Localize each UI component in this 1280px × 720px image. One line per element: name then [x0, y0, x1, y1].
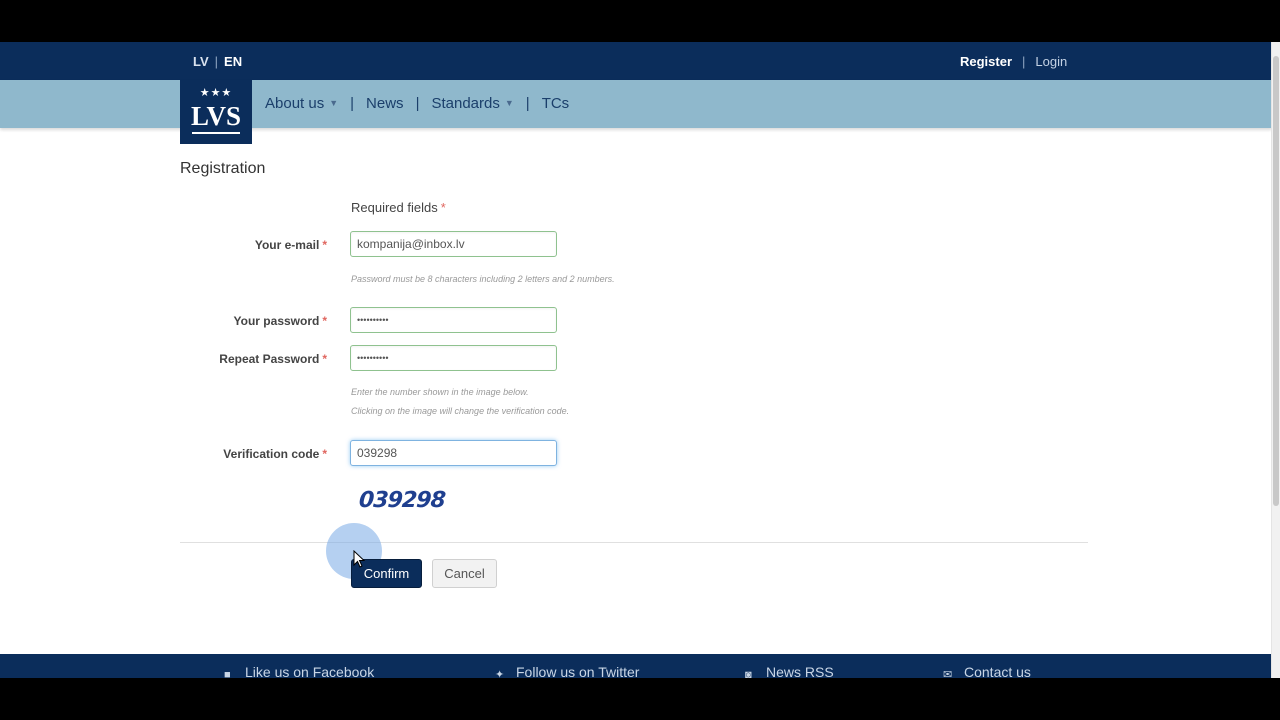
contact-link-label: Contact us — [964, 664, 1031, 678]
contact-link[interactable]: ✉ Contact us — [943, 664, 1031, 678]
password-label-text: Your password — [233, 314, 320, 328]
required-asterisk: * — [322, 352, 327, 366]
facebook-link[interactable]: ■ Like us on Facebook — [224, 664, 374, 678]
mouse-cursor-icon — [353, 550, 365, 568]
twitter-link[interactable]: ✦ Follow us on Twitter — [495, 664, 639, 678]
chevron-down-icon: ▼ — [329, 98, 339, 108]
nav-item-tcs[interactable]: TCs — [542, 95, 570, 112]
browser-viewport: LV | EN Register | Login ★★★ LVS About us ▼ | N… — [0, 42, 1280, 678]
repeat-password-label: Repeat Password * — [127, 352, 327, 366]
required-note-text: Required fields — [351, 200, 438, 215]
password-label: Your password * — [127, 314, 327, 328]
verification-code-label: Verification code * — [127, 447, 327, 461]
footer-bar: ■ Like us on Facebook ✦ Follow us on Twitt… — [0, 654, 1272, 678]
repeat-password-label-text: Repeat Password — [219, 352, 320, 366]
rss-icon: ◙ — [745, 669, 752, 678]
verification-label-text: Verification code — [223, 447, 320, 461]
repeat-password-field[interactable]: •••••••••• — [350, 345, 557, 371]
register-link[interactable]: Register — [960, 54, 1012, 69]
letterbox-bottom — [0, 678, 1280, 720]
email-label: Your e-mail * — [127, 238, 327, 252]
page-title: Registration — [180, 160, 266, 177]
main-nav: About us ▼ | News | Standards ▼ | TCs — [265, 95, 569, 112]
cancel-button[interactable]: Cancel — [432, 559, 497, 588]
verification-help-text-1: Enter the number shown in the image belo… — [351, 387, 529, 397]
auth-separator: | — [1022, 54, 1026, 69]
password-help-text: Password must be 8 characters including … — [351, 274, 615, 284]
required-asterisk: * — [322, 314, 327, 328]
nav-separator: | — [350, 95, 355, 112]
verification-code-field[interactable]: 039298 — [350, 440, 557, 466]
facebook-icon: ■ — [224, 669, 231, 678]
twitter-link-label: Follow us on Twitter — [516, 664, 640, 678]
nav-item-label: Standards — [431, 95, 500, 112]
lang-en-link[interactable]: EN — [224, 54, 242, 69]
twitter-icon: ✦ — [495, 669, 505, 678]
rss-link-label: News RSS — [766, 664, 834, 678]
scrollbar-thumb[interactable] — [1273, 56, 1279, 506]
password-field[interactable]: •••••••••• — [350, 307, 557, 333]
email-label-text: Your e-mail — [254, 238, 320, 252]
lvs-logo[interactable]: ★★★ LVS — [180, 80, 252, 144]
verification-help-text-2: Clicking on the image will change the ve… — [351, 406, 570, 416]
nav-item-standards[interactable]: Standards ▼ — [431, 95, 513, 112]
required-asterisk: * — [322, 447, 327, 461]
nav-item-news[interactable]: News — [366, 95, 404, 112]
logo-underline — [192, 132, 240, 134]
rss-link[interactable]: ◙ News RSS — [745, 664, 834, 678]
form-divider — [180, 542, 1088, 543]
facebook-link-label: Like us on Facebook — [245, 664, 375, 678]
envelope-icon: ✉ — [943, 669, 953, 678]
required-fields-note: Required fields * — [351, 200, 446, 215]
auth-links: Register | Login — [960, 54, 1067, 69]
language-switcher: LV | EN — [193, 54, 242, 69]
lang-separator: | — [214, 54, 219, 69]
vertical-scrollbar[interactable] — [1271, 42, 1280, 678]
required-asterisk: * — [440, 200, 446, 215]
captcha-image[interactable]: 039298 — [358, 488, 446, 513]
logo-text: LVS — [190, 101, 242, 131]
nav-separator: | — [415, 95, 420, 112]
login-link[interactable]: Login — [1035, 54, 1067, 69]
lang-lv-link[interactable]: LV — [193, 54, 209, 69]
nav-item-label: About us — [265, 95, 325, 112]
logo-stars-icon: ★★★ — [199, 87, 233, 99]
email-field[interactable]: kompanija@inbox.lv — [350, 231, 557, 257]
nav-item-about-us[interactable]: About us ▼ — [265, 95, 338, 112]
nav-separator: | — [525, 95, 530, 112]
top-bar: LV | EN Register | Login — [0, 42, 1272, 80]
chevron-down-icon: ▼ — [504, 98, 514, 108]
required-asterisk: * — [322, 238, 327, 252]
